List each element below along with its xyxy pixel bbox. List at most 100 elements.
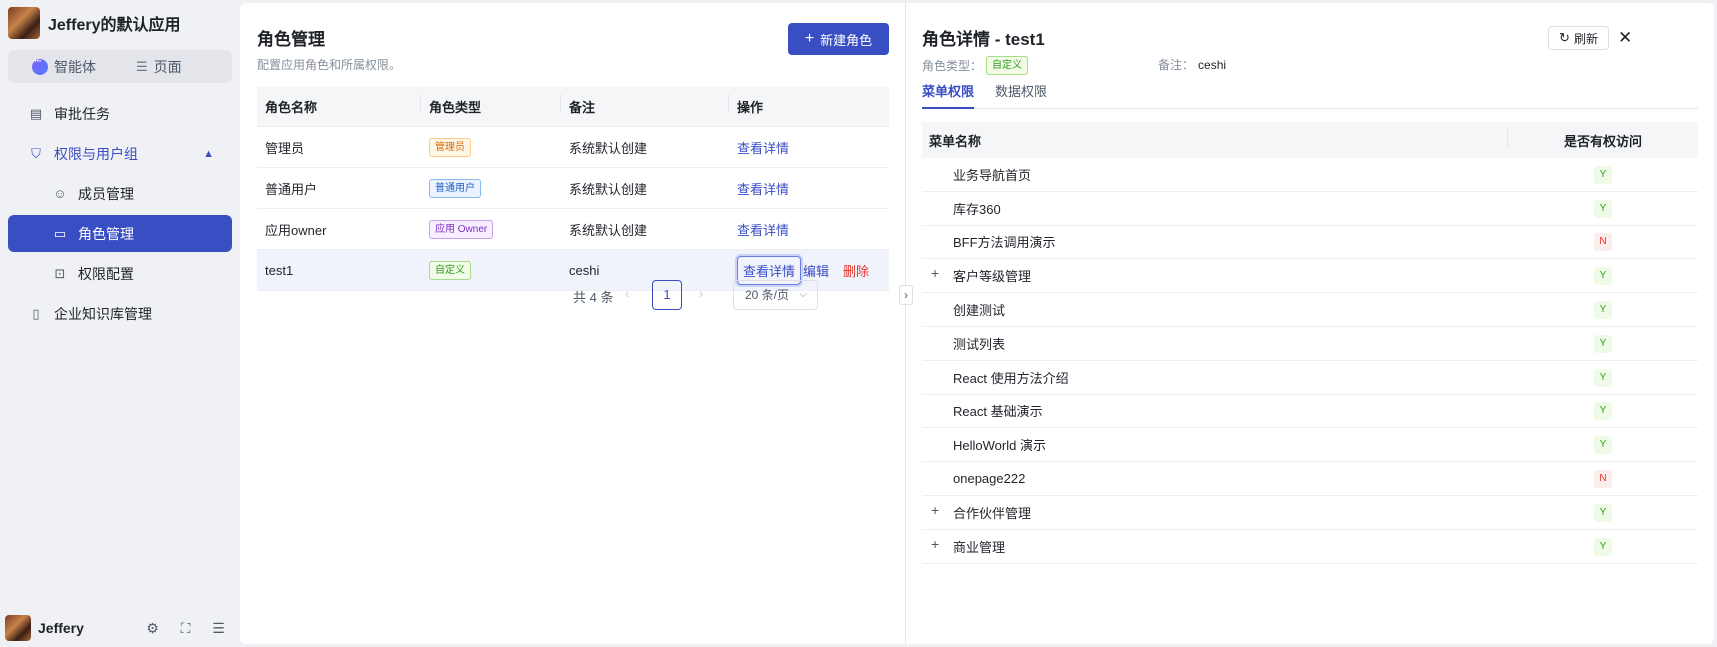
page-size-value: 20 条/页: [745, 288, 790, 302]
sidebar-item-roles[interactable]: ▭ 角色管理: [8, 215, 232, 252]
sidebar-item-permission-config[interactable]: ⊡ 权限配置: [8, 255, 232, 292]
plus-icon: +: [804, 30, 815, 47]
mode-page[interactable]: ☰ 页面: [136, 57, 182, 77]
next-page-icon[interactable]: ›: [699, 286, 703, 301]
sidebar-item-members[interactable]: ☺ 成员管理: [8, 175, 232, 212]
access-badge: Y: [1594, 368, 1612, 387]
sidebar-item-label: 审批任务: [54, 105, 110, 122]
access-badge: N: [1594, 470, 1612, 489]
column-header-note: 备注: [561, 94, 729, 116]
pagination: 共 4 条 ‹ 1 › 20 条/页 ⌵: [240, 280, 905, 310]
table-row: 普通用户 普通用户 系统默认创建 查看详情: [257, 168, 889, 209]
menu-name: BFF方法调用演示: [953, 235, 1056, 251]
delete-link[interactable]: 删除: [843, 261, 869, 280]
role-name: 应用owner: [265, 222, 327, 238]
settings-icon[interactable]: ⚙: [136, 620, 169, 637]
role-type-tag: 管理员: [429, 137, 471, 157]
edit-link[interactable]: 编辑: [803, 261, 829, 280]
access-badge: Y: [1594, 334, 1612, 353]
table-row: + 商业管理 Y: [922, 530, 1698, 564]
access-badge: Y: [1594, 436, 1612, 455]
user-name: Jeffery: [38, 620, 84, 636]
menu-name: 测试列表: [953, 336, 1006, 352]
menu-name: React 基础演示: [953, 404, 1043, 420]
table-row: BFF方法调用演示 N: [922, 226, 1698, 260]
approval-icon: ▤: [29, 105, 43, 121]
expand-plus-icon[interactable]: +: [931, 265, 939, 281]
column-header-access: 是否有权访问: [1563, 133, 1642, 149]
sidebar-item-label: 权限配置: [78, 265, 134, 282]
table-row: React 使用方法介绍 Y: [922, 361, 1698, 395]
user-avatar[interactable]: [5, 615, 31, 641]
app-header: Jeffery的默认应用: [8, 7, 180, 39]
role-name: test1: [265, 262, 294, 278]
expand-plus-icon[interactable]: +: [931, 536, 939, 552]
close-icon[interactable]: ✕: [1618, 28, 1632, 48]
refresh-button[interactable]: ↻ 刷新: [1548, 26, 1609, 50]
role-type-tag: 自定义: [429, 260, 471, 280]
table-header: 角色名称 角色类型 备注 操作: [257, 87, 889, 127]
mode-agent[interactable]: 智能体: [32, 56, 96, 77]
refresh-label: 刷新: [1573, 31, 1598, 46]
new-role-label: 新建角色: [820, 32, 873, 48]
note-value: ceshi: [1198, 57, 1227, 72]
view-details-link[interactable]: 查看详情: [737, 179, 789, 198]
current-page-button[interactable]: 1: [652, 280, 682, 310]
role-type-tag: 自定义: [986, 56, 1029, 75]
shield-icon: ⛉: [31, 145, 41, 161]
expand-icon[interactable]: ⛶: [169, 620, 202, 637]
table-row: 库存360 Y: [922, 192, 1698, 226]
collapse-menu-icon[interactable]: ☰: [202, 620, 235, 637]
users-icon: ☺: [53, 186, 67, 201]
table-row: 业务导航首页 Y: [922, 158, 1698, 192]
new-role-button[interactable]: + 新建角色: [788, 23, 889, 55]
access-badge: Y: [1594, 301, 1612, 320]
access-badge: Y: [1594, 199, 1612, 218]
view-details-link[interactable]: 查看详情: [737, 220, 789, 239]
page-description: 配置应用角色和所属权限。: [257, 58, 402, 72]
sidebar-item-label: 企业知识库管理: [54, 305, 152, 322]
column-header-type: 角色类型: [421, 94, 561, 116]
footer-actions: ⚙ ⛶ ☰: [136, 620, 235, 637]
pagination-total: 共 4 条: [573, 290, 614, 305]
table-row: + 合作伙伴管理 Y: [922, 496, 1698, 530]
mode-agent-label: 智能体: [54, 58, 96, 75]
sidebar-item-approval[interactable]: ▤ 审批任务: [8, 95, 232, 132]
id-card-icon: ▭: [53, 225, 67, 241]
role-note: ceshi: [569, 262, 600, 278]
access-badge: Y: [1594, 402, 1612, 421]
role-detail-pane: 角色详情 - test1 ↻ 刷新 ✕ 角色类型： 自定义 备注： ceshi …: [906, 3, 1714, 644]
prev-page-icon[interactable]: ‹: [625, 286, 629, 301]
table-row: 测试列表 Y: [922, 327, 1698, 361]
role-type-tag: 应用 Owner: [429, 219, 494, 239]
page-title: 角色管理: [257, 30, 325, 49]
sidebar-footer: Jeffery ⚙ ⛶ ☰: [5, 609, 235, 647]
roles-table: 角色名称 角色类型 备注 操作 管理员 管理员 系统默认创建 查看详情 普通用户…: [257, 87, 889, 291]
sidebar-item-permissions-group[interactable]: ⛉ 权限与用户组 ▲: [8, 135, 232, 172]
table-row: 创建测试 Y: [922, 293, 1698, 327]
sidebar: Jeffery的默认应用 智能体 ☰ 页面 ▤ 审批任务 ⛉ 权限与用户组 ▲ …: [0, 0, 240, 647]
column-header-menu-name: 菜单名称: [922, 128, 1508, 150]
sidebar-item-label: 成员管理: [78, 185, 134, 202]
menu-name: onepage222: [953, 471, 1026, 487]
access-badge: Y: [1594, 503, 1612, 522]
book-icon: ▯: [32, 305, 40, 321]
menu-name: 库存360: [953, 201, 1001, 217]
tab-menu-permissions[interactable]: 菜单权限: [922, 81, 975, 109]
table-row: onepage222 N: [922, 462, 1698, 496]
sidebar-item-label: 权限与用户组: [54, 145, 138, 162]
tab-data-permissions[interactable]: 数据权限: [995, 81, 1047, 109]
expand-plus-icon[interactable]: +: [931, 502, 939, 518]
list-icon: ☰: [136, 58, 148, 74]
menu-name: 客户等级管理: [953, 269, 1032, 285]
note-label: 备注：: [1158, 58, 1195, 72]
mode-switch: 智能体 ☰ 页面: [8, 50, 232, 83]
detail-tabs: 菜单权限 数据权限: [922, 81, 1698, 109]
table-row: React 基础演示 Y: [922, 395, 1698, 429]
access-badge: Y: [1594, 537, 1612, 556]
roles-pane: 角色管理 配置应用角色和所属权限。 + 新建角色 角色名称 角色类型 备注 操作…: [240, 3, 905, 644]
sidebar-item-knowledge-base[interactable]: ▯ 企业知识库管理: [8, 295, 232, 332]
page-size-select[interactable]: 20 条/页 ⌵: [733, 280, 818, 310]
view-details-link[interactable]: 查看详情: [737, 138, 789, 157]
table-row: 应用owner 应用 Owner 系统默认创建 查看详情: [257, 209, 889, 250]
